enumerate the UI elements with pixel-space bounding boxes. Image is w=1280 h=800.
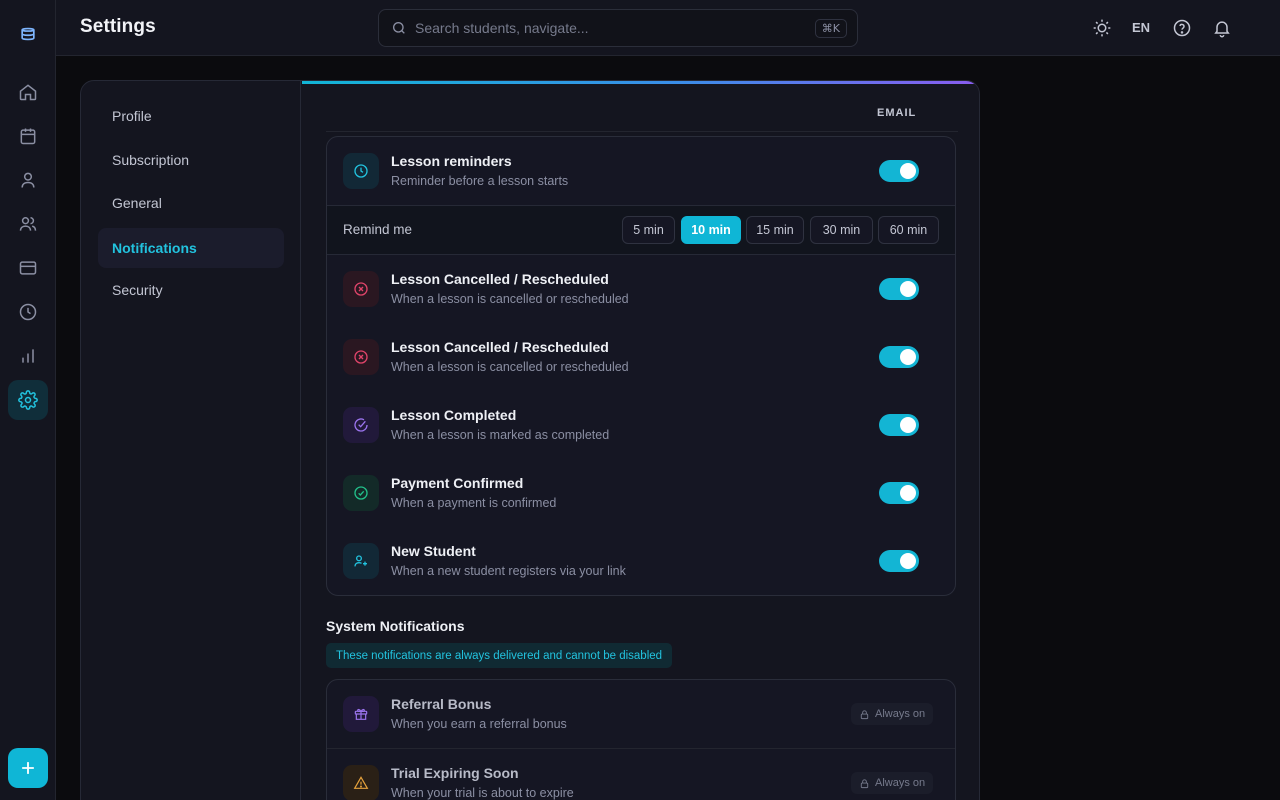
x-circle-icon — [343, 271, 379, 307]
always-on-badge: Always on — [851, 772, 934, 794]
notification-row: Lesson Cancelled / Rescheduled When a le… — [327, 323, 955, 391]
check-circle-icon — [343, 475, 379, 511]
remind-option-30[interactable]: 30 min — [810, 216, 873, 244]
users-icon[interactable] — [8, 204, 48, 244]
clock-icon — [343, 153, 379, 189]
settings-nav-security[interactable]: Security — [98, 270, 284, 310]
top-bar: Settings ⌘K EN — [56, 0, 1280, 56]
accent-bar — [302, 81, 979, 84]
row-title: Lesson Completed — [391, 407, 517, 423]
remind-me-bar: Remind me 5 min 10 min 15 min 30 min 60 … — [327, 205, 955, 255]
remind-option-5[interactable]: 5 min — [622, 216, 675, 244]
language-switch[interactable]: EN — [1132, 20, 1150, 35]
notification-toggle[interactable] — [879, 414, 919, 436]
add-button[interactable] — [8, 748, 48, 788]
system-notification-row: Referral Bonus When you earn a referral … — [327, 680, 955, 748]
user-plus-icon — [343, 543, 379, 579]
chart-icon[interactable] — [8, 336, 48, 376]
remind-option-60[interactable]: 60 min — [878, 216, 939, 244]
check-circle-icon — [343, 407, 379, 443]
system-notification-group: Referral Bonus When you earn a referral … — [326, 679, 956, 800]
row-title: Trial Expiring Soon — [391, 765, 519, 781]
row-subtitle: When a payment is confirmed — [391, 496, 557, 510]
settings-nav-general[interactable]: General — [98, 183, 284, 223]
warning-icon — [343, 765, 379, 800]
gift-icon — [343, 696, 379, 732]
row-subtitle: When your trial is about to expire — [391, 786, 574, 800]
notification-toggle[interactable] — [879, 550, 919, 572]
search-box[interactable]: ⌘K — [378, 9, 858, 47]
notification-row: Payment Confirmed When a payment is conf… — [327, 459, 955, 527]
plus-icon — [22, 762, 34, 774]
remind-option-10[interactable]: 10 min — [681, 216, 741, 244]
lock-icon — [860, 709, 869, 719]
row-subtitle: When a lesson is cancelled or reschedule… — [391, 360, 629, 374]
notification-row: Lesson Completed When a lesson is marked… — [327, 391, 955, 459]
search-icon — [393, 22, 405, 34]
home-icon[interactable] — [8, 72, 48, 112]
system-notification-row: Trial Expiring Soon When your trial is a… — [327, 749, 955, 800]
remind-me-label: Remind me — [343, 222, 413, 237]
page-title: Settings — [80, 16, 156, 37]
settings-nav-subscription[interactable]: Subscription — [98, 140, 284, 180]
bell-icon[interactable] — [1210, 16, 1234, 40]
notification-toggle[interactable] — [879, 278, 919, 300]
always-on-badge: Always on — [851, 703, 934, 725]
logo-icon[interactable] — [8, 14, 48, 54]
row-subtitle: When a new student registers via your li… — [391, 564, 626, 578]
settings-card: Profile Subscription General Notificatio… — [80, 80, 980, 800]
notification-row: New Student When a new student registers… — [327, 527, 955, 595]
column-header-email: EMAIL — [877, 107, 917, 119]
search-shortcut: ⌘K — [814, 18, 847, 38]
x-circle-icon — [343, 339, 379, 375]
lesson-reminders-row: Lesson reminders Reminder before a lesso… — [327, 137, 955, 205]
notifications-panel: EMAIL Lesson reminders Reminder before a… — [302, 81, 979, 800]
row-title: Lesson Cancelled / Rescheduled — [391, 339, 609, 355]
user-icon[interactable] — [8, 160, 48, 200]
row-title: New Student — [391, 543, 476, 559]
always-on-label: Always on — [875, 708, 926, 720]
row-title: Lesson reminders — [391, 153, 512, 169]
row-subtitle: When a lesson is cancelled or reschedule… — [391, 292, 629, 306]
gear-icon[interactable] — [8, 380, 48, 420]
help-icon[interactable] — [1170, 16, 1194, 40]
row-title: Referral Bonus — [391, 696, 492, 712]
clock-icon[interactable] — [8, 292, 48, 332]
settings-nav-profile[interactable]: Profile — [98, 96, 284, 136]
sun-icon[interactable] — [1090, 16, 1114, 40]
settings-nav-notifications[interactable]: Notifications — [98, 228, 284, 268]
system-notifications-title: System Notifications — [326, 618, 465, 634]
credit-card-icon[interactable] — [8, 248, 48, 288]
calendar-icon[interactable] — [8, 116, 48, 156]
always-on-label: Always on — [875, 777, 926, 789]
row-title: Payment Confirmed — [391, 475, 524, 491]
app-rail — [0, 0, 56, 800]
settings-nav: Profile Subscription General Notificatio… — [81, 81, 301, 800]
system-notifications-note: These notifications are always delivered… — [326, 643, 673, 668]
notification-group: Lesson reminders Reminder before a lesso… — [326, 136, 956, 596]
row-title: Lesson Cancelled / Rescheduled — [391, 271, 609, 287]
search-input[interactable] — [415, 20, 815, 36]
row-subtitle: Reminder before a lesson starts — [391, 174, 569, 188]
notification-row: Lesson Cancelled / Rescheduled When a le… — [327, 255, 955, 323]
lock-icon — [860, 778, 869, 788]
row-subtitle: When a lesson is marked as completed — [391, 428, 610, 442]
remind-option-15[interactable]: 15 min — [746, 216, 804, 244]
notification-toggle[interactable] — [879, 482, 919, 504]
lesson-reminders-toggle[interactable] — [879, 160, 919, 182]
row-subtitle: When you earn a referral bonus — [391, 717, 567, 731]
divider — [326, 131, 958, 132]
notification-toggle[interactable] — [879, 346, 919, 368]
